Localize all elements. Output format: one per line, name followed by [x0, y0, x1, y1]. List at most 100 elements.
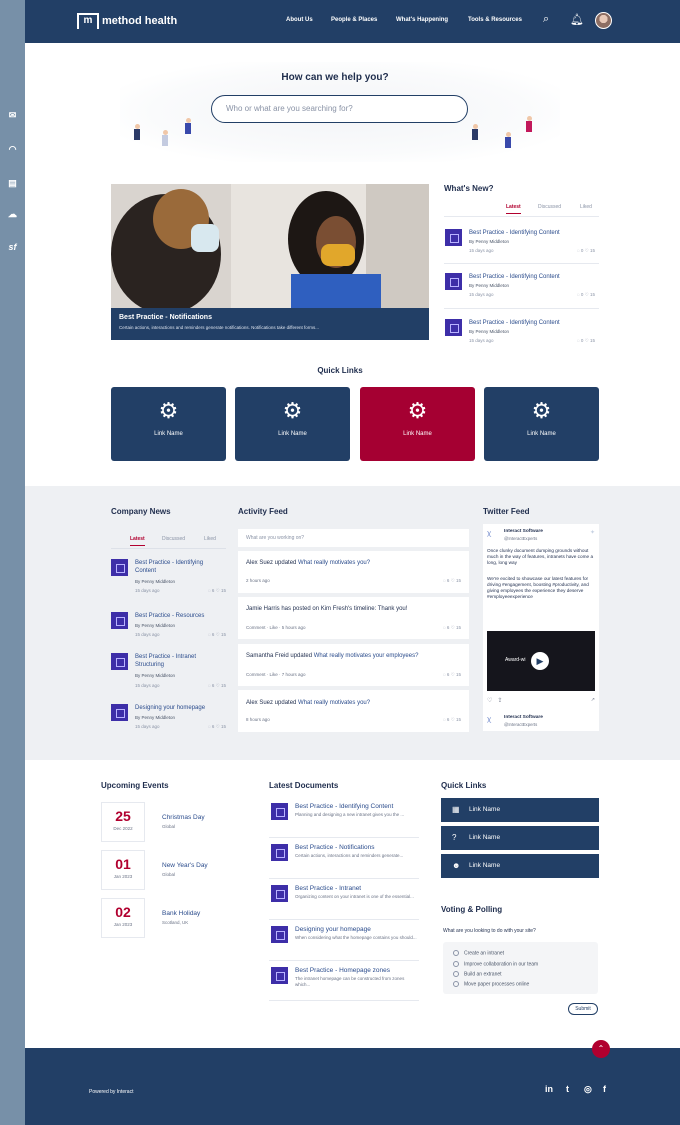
tweet-actions[interactable]: ♡ ⇪: [487, 697, 502, 704]
poll-option[interactable]: Build an extranet: [453, 971, 502, 977]
activity-link[interactable]: What really motivates you?: [298, 700, 370, 706]
nav-whats-happening[interactable]: What's Happening: [396, 17, 448, 23]
list-item[interactable]: Best Practice - Intranet Structuring By …: [111, 653, 226, 693]
activity-stats[interactable]: ◌ 6 ♡ 15: [443, 672, 461, 678]
item-title[interactable]: Best Practice - Identifying Content: [135, 559, 210, 575]
quick-link-tile[interactable]: ⚙ Link Name: [360, 387, 475, 461]
activity-link[interactable]: What really motivates you?: [298, 560, 370, 566]
activity-link[interactable]: What really motivates your employees?: [314, 653, 419, 659]
tweet-video[interactable]: Award-wi ▶: [487, 631, 595, 691]
document-title[interactable]: Best Practice - Identifying Content: [295, 803, 393, 810]
event-item[interactable]: 01 Jan 2023 New Year's Day Global: [101, 850, 251, 890]
exchange-icon[interactable]: ▤: [5, 177, 20, 190]
brand-name: method health: [102, 15, 178, 27]
quick-links-title: Quick Links: [317, 366, 363, 375]
list-item[interactable]: Best Practice - Resources By Penny Middl…: [111, 612, 226, 652]
twitter-icon[interactable]: t: [566, 1084, 569, 1094]
powered-by[interactable]: Powered by Interact: [89, 1089, 133, 1095]
document-item[interactable]: Best Practice - Notifications Certain ac…: [271, 844, 419, 880]
tab-liked[interactable]: Liked: [204, 536, 216, 542]
instagram-icon[interactable]: ◎: [584, 1084, 592, 1095]
document-title[interactable]: Best Practice - Intranet: [295, 885, 361, 892]
item-author: By Penny Middleton: [135, 715, 176, 720]
poll-option[interactable]: Improve collaboration in our team: [453, 961, 538, 967]
list-item[interactable]: Best Practice - Identifying Content By P…: [111, 559, 226, 599]
poll-option[interactable]: Create an intranet: [453, 950, 504, 956]
item-title[interactable]: Best Practice - Intranet Structuring: [135, 653, 217, 669]
activity-stats[interactable]: ◌ 6 ♡ 15: [443, 625, 461, 631]
item-stats: ◌ 6 ♡ 15: [207, 683, 226, 688]
event-item[interactable]: 25 Dec 2022 Christmas Day Global: [101, 802, 251, 842]
quick-link-item[interactable]: ? Link Name: [441, 826, 599, 850]
activity-meta[interactable]: Comment · Like · 5 hours ago: [246, 625, 306, 630]
item-title[interactable]: Best Practice - Identifying Content: [469, 229, 560, 237]
item-title[interactable]: Best Practice - Identifying Content: [469, 319, 560, 327]
quick-link-tile[interactable]: ⚙ Link Name: [111, 387, 226, 461]
document-title[interactable]: Best Practice - Notifications: [295, 844, 374, 851]
tile-label: Link Name: [527, 431, 556, 437]
tab-liked[interactable]: Liked: [580, 204, 592, 210]
back-to-top-button[interactable]: ⌃: [592, 1040, 610, 1058]
tab-latest[interactable]: Latest: [130, 536, 145, 546]
play-icon[interactable]: ▶: [531, 652, 549, 670]
divider: [269, 878, 419, 879]
item-title[interactable]: Designing your homepage: [135, 704, 225, 712]
bell-icon[interactable]: 🔔︎: [570, 13, 584, 26]
list-item[interactable]: Best Practice - Identifying Content By P…: [445, 273, 595, 313]
outlook-icon[interactable]: ✉: [5, 109, 20, 122]
item-stats: ◌ 0 ♡ 15: [576, 248, 595, 253]
list-item[interactable]: Best Practice - Identifying Content By P…: [445, 319, 595, 359]
linkedin-icon[interactable]: in: [545, 1084, 553, 1094]
activity-stats[interactable]: ◌ 6 ♡ 15: [443, 578, 461, 584]
facebook-icon[interactable]: f: [603, 1084, 606, 1094]
document-thumbnail-icon: [111, 559, 128, 576]
status-input[interactable]: What are you working on?: [238, 529, 469, 547]
event-date: 25 Dec 2022: [101, 802, 145, 842]
salesforce-icon[interactable]: sf: [5, 240, 20, 253]
poll-option[interactable]: Move paper processes online: [453, 981, 529, 987]
item-author: By Penny Middleton: [469, 283, 510, 288]
tab-latest[interactable]: Latest: [506, 204, 521, 214]
featured-title: Best Practice - Notifications: [119, 314, 212, 321]
event-name[interactable]: Christmas Day: [162, 814, 205, 821]
document-item[interactable]: Best Practice - Intranet Organizing cont…: [271, 885, 419, 921]
share-icon[interactable]: ↗: [591, 697, 595, 703]
activity-stats[interactable]: ◌ 6 ♡ 15: [443, 717, 461, 723]
document-thumbnail-icon: [271, 803, 288, 820]
featured-caption: Best Practice - Notifications Certain ac…: [111, 308, 429, 340]
event-name[interactable]: Bank Holiday: [162, 910, 200, 917]
quick-link-item[interactable]: ☻ Link Name: [441, 854, 599, 878]
submit-button[interactable]: Submit: [568, 1003, 598, 1015]
nav-tools-resources[interactable]: Tools & Resources: [468, 17, 522, 23]
headset-icon[interactable]: ◠: [5, 143, 20, 156]
document-item[interactable]: Designing your homepage When considering…: [271, 926, 419, 962]
event-item[interactable]: 02 Jan 2023 Bank Holiday Scotland, UK: [101, 898, 251, 938]
brand-logo[interactable]: m method health: [77, 13, 177, 29]
nav-people-places[interactable]: People & Places: [331, 17, 377, 23]
list-item[interactable]: Designing your homepage By Penny Middlet…: [111, 704, 226, 744]
avatar[interactable]: [595, 12, 612, 29]
tweet-account[interactable]: Interact Software: [504, 715, 543, 720]
document-title[interactable]: Designing your homepage: [295, 926, 371, 933]
search-input[interactable]: Who or what are you searching for?: [211, 95, 468, 123]
document-item[interactable]: Best Practice - Identifying Content Plan…: [271, 803, 419, 839]
tab-discussed[interactable]: Discussed: [162, 536, 185, 542]
item-title[interactable]: Best Practice - Resources: [135, 612, 225, 620]
tab-discussed[interactable]: Discussed: [538, 204, 561, 210]
tweet-account[interactable]: Interact Software: [504, 529, 543, 534]
quick-link-tile[interactable]: ⚙ Link Name: [484, 387, 599, 461]
document-item[interactable]: Best Practice - Homepage zones The intra…: [271, 967, 419, 1003]
event-month: Jan 2023: [113, 874, 133, 879]
search-icon[interactable]: ⌕: [543, 13, 549, 26]
quick-link-item[interactable]: ▦ Link Name: [441, 798, 599, 822]
item-title[interactable]: Best Practice - Identifying Content: [469, 273, 560, 281]
activity-meta[interactable]: Comment · Like · 7 hours ago: [246, 672, 306, 677]
twitter-widget[interactable]: ꭓ Interact Software @InteractExperts ✦ O…: [483, 524, 599, 731]
footer: Powered by Interact in t ◎ f: [25, 1048, 680, 1125]
event-name[interactable]: New Year's Day: [162, 862, 208, 869]
document-title[interactable]: Best Practice - Homepage zones: [295, 967, 390, 974]
featured-article[interactable]: Best Practice - Notifications Certain ac…: [111, 184, 429, 340]
cloud-icon[interactable]: ☁: [5, 208, 20, 221]
quick-link-tile[interactable]: ⚙ Link Name: [235, 387, 350, 461]
nav-about-us[interactable]: About Us: [286, 17, 313, 23]
